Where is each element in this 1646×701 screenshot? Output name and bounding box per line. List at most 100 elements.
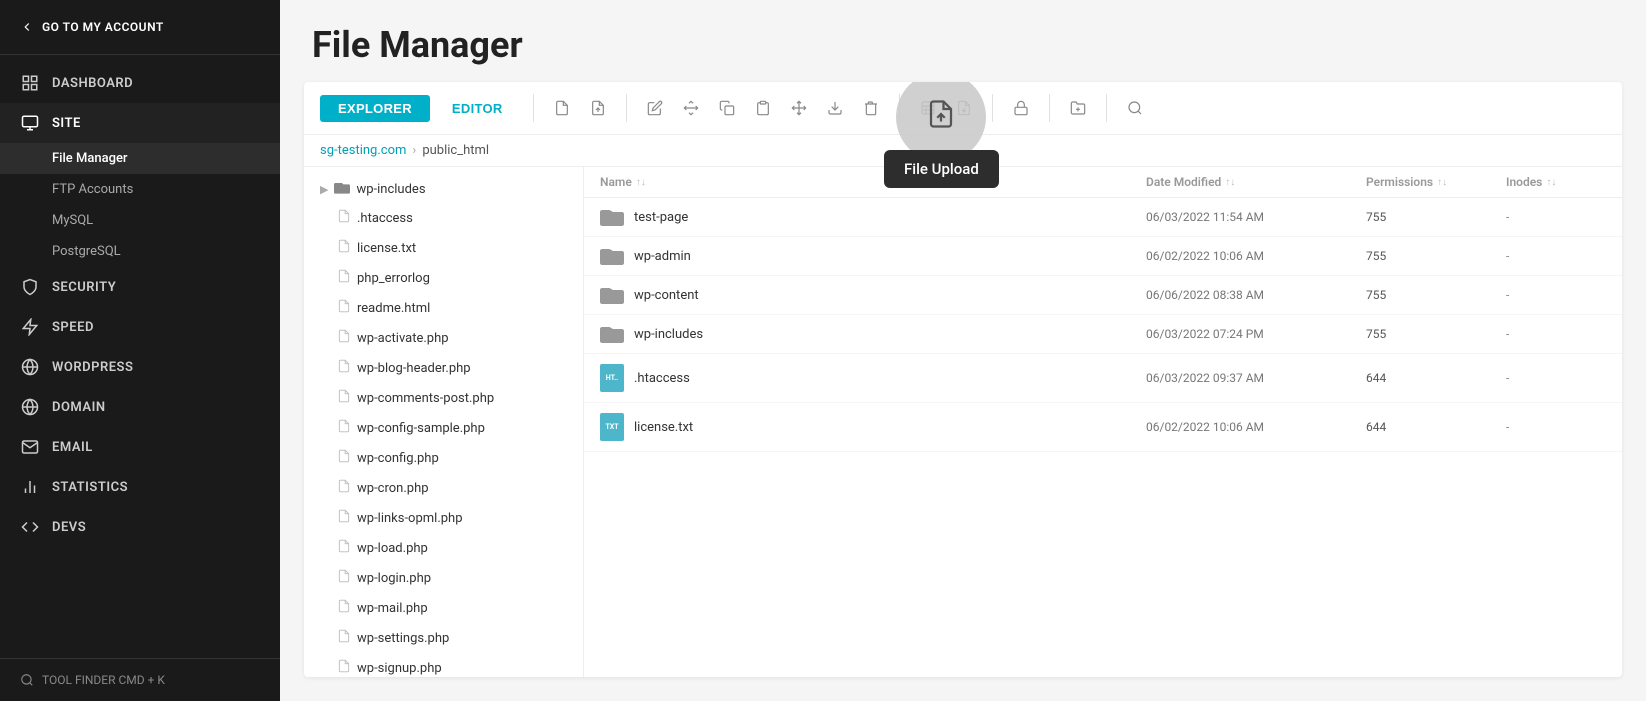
tree-item[interactable]: wp-login.php: [304, 563, 583, 593]
security-label: SECURITY: [52, 280, 116, 295]
sidebar-sub-file-manager[interactable]: File Manager: [0, 143, 280, 174]
arrow-left-icon: [20, 20, 34, 34]
tree-item[interactable]: wp-settings.php: [304, 623, 583, 653]
file-doc-icon: [337, 628, 351, 648]
col-date-sort[interactable]: ↑↓: [1225, 177, 1235, 188]
tree-item[interactable]: wp-config.php: [304, 443, 583, 473]
tree-item-name: license.txt: [357, 241, 416, 256]
new-file-button[interactable]: [546, 92, 578, 124]
toolbar-sep-6: [1106, 94, 1107, 122]
tree-item[interactable]: wp-activate.php: [304, 323, 583, 353]
tree-item-name: .htaccess: [357, 211, 413, 226]
file-name-cell: wp-content: [600, 286, 1146, 304]
file-upload-button[interactable]: [582, 92, 614, 124]
paste-button[interactable]: [747, 92, 779, 124]
file-inodes: -: [1506, 327, 1606, 341]
table-row[interactable]: wp-includes 06/03/2022 07:24 PM 755 -: [584, 315, 1622, 354]
tree-item[interactable]: ▶ wp-includes: [304, 175, 583, 203]
breadcrumb-root[interactable]: sg-testing.com: [320, 143, 406, 158]
file-date: 06/03/2022 07:24 PM: [1146, 327, 1366, 341]
tree-item-name: wp-blog-header.php: [357, 361, 471, 376]
file-name-cell: HT.. .htaccess: [600, 364, 1146, 392]
file-permissions: 755: [1366, 288, 1506, 302]
file-doc-icon: [337, 328, 351, 348]
delete-button[interactable]: [855, 92, 887, 124]
col-perm-sort[interactable]: ↑↓: [1437, 177, 1447, 188]
copy-button[interactable]: [711, 92, 743, 124]
file-name: wp-content: [634, 288, 699, 303]
file-doc-icon: [337, 478, 351, 498]
sidebar-item-email[interactable]: EMAIL: [0, 427, 280, 467]
sidebar-item-security[interactable]: SECURITY: [0, 267, 280, 307]
search-fm-button[interactable]: [1119, 92, 1151, 124]
new-folder-button[interactable]: [1062, 92, 1094, 124]
tree-item[interactable]: wp-blog-header.php: [304, 353, 583, 383]
breadcrumb-path[interactable]: public_html: [422, 143, 489, 158]
sidebar-item-speed[interactable]: SPEED: [0, 307, 280, 347]
sidebar-sub-mysql[interactable]: MySQL: [0, 205, 280, 236]
tree-item[interactable]: wp-cron.php: [304, 473, 583, 503]
file-permissions: 755: [1366, 327, 1506, 341]
tree-item[interactable]: readme.html: [304, 293, 583, 323]
sidebar-item-devs[interactable]: DEVS: [0, 507, 280, 547]
tree-item[interactable]: wp-links-opml.php: [304, 503, 583, 533]
table-row[interactable]: wp-admin 06/02/2022 10:06 AM 755 -: [584, 237, 1622, 276]
table-row[interactable]: test-page 06/03/2022 11:54 AM 755 -: [584, 198, 1622, 237]
tree-item[interactable]: license.txt: [304, 233, 583, 263]
sidebar-item-statistics[interactable]: STATISTICS: [0, 467, 280, 507]
tree-item[interactable]: wp-signup.php: [304, 653, 583, 677]
sidebar-item-domain[interactable]: DOMAIN: [0, 387, 280, 427]
tree-item-name: wp-signup.php: [357, 661, 442, 676]
file-doc-icon: [337, 238, 351, 258]
table-row[interactable]: HT.. .htaccess 06/03/2022 09:37 AM 644 -: [584, 354, 1622, 403]
col-date-label: Date Modified: [1146, 175, 1221, 189]
breadcrumb-sep: ›: [412, 143, 416, 158]
security-icon: [20, 277, 40, 297]
explorer-tab[interactable]: EXPLORER: [320, 95, 430, 122]
file-doc-icon: [337, 658, 351, 677]
sidebar-item-wordpress[interactable]: WORDPRESS: [0, 347, 280, 387]
tree-item[interactable]: php_errorlog: [304, 263, 583, 293]
tree-item[interactable]: wp-load.php: [304, 533, 583, 563]
download-button[interactable]: [819, 92, 851, 124]
go-to-account-link[interactable]: GO TO MY ACCOUNT: [0, 0, 280, 55]
tree-item-name: wp-mail.php: [357, 601, 428, 616]
file-name: test-page: [634, 210, 688, 225]
file-name-cell: test-page: [600, 208, 1146, 226]
tree-item[interactable]: wp-comments-post.php: [304, 383, 583, 413]
tree-item-name: wp-activate.php: [357, 331, 449, 346]
permissions-button[interactable]: [1005, 92, 1037, 124]
col-name-sort[interactable]: ↑↓: [636, 177, 646, 188]
file-doc-icon: [337, 388, 351, 408]
sidebar-item-dashboard[interactable]: DASHBOARD: [0, 63, 280, 103]
htaccess-icon: HT..: [600, 364, 624, 392]
wordpress-label: WORDPRESS: [52, 360, 133, 375]
file-doc-icon: [337, 598, 351, 618]
domain-icon: [20, 397, 40, 417]
file-name: license.txt: [634, 420, 693, 435]
sidebar-item-site[interactable]: SITE: [0, 103, 280, 143]
dashboard-icon: [20, 73, 40, 93]
col-inodes-sort[interactable]: ↑↓: [1546, 177, 1556, 188]
tree-item[interactable]: wp-config-sample.php: [304, 413, 583, 443]
table-row[interactable]: wp-content 06/06/2022 08:38 AM 755 -: [584, 276, 1622, 315]
tree-expand-icon: ▶: [320, 183, 328, 196]
sidebar-sub-postgresql[interactable]: PostgreSQL: [0, 236, 280, 267]
file-name-cell: TXT license.txt: [600, 413, 1146, 441]
file-inodes: -: [1506, 420, 1606, 434]
tree-item[interactable]: wp-mail.php: [304, 593, 583, 623]
tree-item[interactable]: .htaccess: [304, 203, 583, 233]
folder-icon: [600, 286, 624, 304]
drag-button[interactable]: [783, 92, 815, 124]
move-button[interactable]: [675, 92, 707, 124]
tree-item-name: wp-config-sample.php: [357, 421, 485, 436]
rename-button[interactable]: [639, 92, 671, 124]
email-icon: [20, 437, 40, 457]
sidebar-sub-ftp[interactable]: FTP Accounts: [0, 174, 280, 205]
toolbar-sep-1: [533, 94, 534, 122]
file-upload-overlay: File Upload: [884, 82, 999, 188]
table-row[interactable]: TXT license.txt 06/02/2022 10:06 AM 644 …: [584, 403, 1622, 452]
tool-finder[interactable]: TOOL FINDER CMD + K: [0, 658, 280, 701]
editor-tab[interactable]: EDITOR: [434, 95, 521, 122]
go-to-account-label: GO TO MY ACCOUNT: [42, 20, 164, 34]
